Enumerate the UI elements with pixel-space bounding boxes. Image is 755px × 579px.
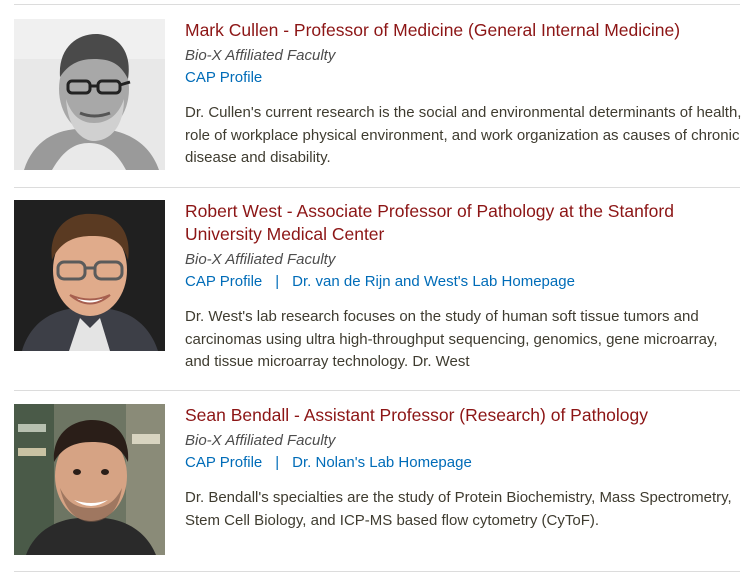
- divider: [14, 390, 740, 391]
- divider: [14, 187, 740, 188]
- faculty-photo[interactable]: [14, 19, 165, 170]
- lab-homepage-link[interactable]: Dr. Nolan's Lab Homepage: [292, 454, 472, 471]
- cap-profile-link[interactable]: CAP Profile: [185, 273, 262, 290]
- lab-homepage-link[interactable]: Dr. van de Rijn and West's Lab Homepage: [292, 273, 575, 290]
- faculty-description: Dr. West's lab research focuses on the s…: [185, 308, 718, 371]
- faculty-info: Mark Cullen - Professor of Medicine (Gen…: [185, 19, 745, 170]
- faculty-info: Sean Bendall - Assistant Professor (Rese…: [185, 404, 745, 532]
- faculty-links: CAP Profile | Dr. van de Rijn and West's L…: [185, 271, 745, 293]
- cap-profile-link[interactable]: CAP Profile: [185, 454, 262, 471]
- faculty-affiliation: Bio-X Affiliated Faculty: [185, 251, 336, 268]
- divider: [14, 571, 740, 572]
- faculty-affiliation: Bio-X Affiliated Faculty: [185, 432, 336, 449]
- cap-profile-link[interactable]: CAP Profile: [185, 69, 262, 86]
- faculty-description: Dr. Cullen's current research is the soc…: [185, 104, 742, 167]
- faculty-links: CAP Profile | Dr. Nolan's Lab Homepage: [185, 452, 745, 474]
- faculty-info: Robert West - Associate Professor of Pat…: [185, 200, 745, 374]
- faculty-photo[interactable]: [14, 404, 165, 555]
- faculty-name-link[interactable]: Robert West - Associate Professor of Pat…: [185, 200, 745, 246]
- faculty-description: Dr. Bendall's specialties are the study …: [185, 489, 732, 529]
- faculty-name-link[interactable]: Mark Cullen - Professor of Medicine (Gen…: [185, 19, 745, 42]
- faculty-links: CAP Profile: [185, 67, 745, 89]
- faculty-photo[interactable]: [14, 200, 165, 351]
- link-separator: |: [275, 454, 280, 471]
- faculty-name-link[interactable]: Sean Bendall - Assistant Professor (Rese…: [185, 404, 745, 427]
- faculty-affiliation: Bio-X Affiliated Faculty: [185, 47, 336, 64]
- link-separator: |: [275, 273, 280, 290]
- faculty-list: Mark Cullen - Professor of Medicine (Gen…: [0, 0, 755, 579]
- divider: [14, 4, 740, 5]
